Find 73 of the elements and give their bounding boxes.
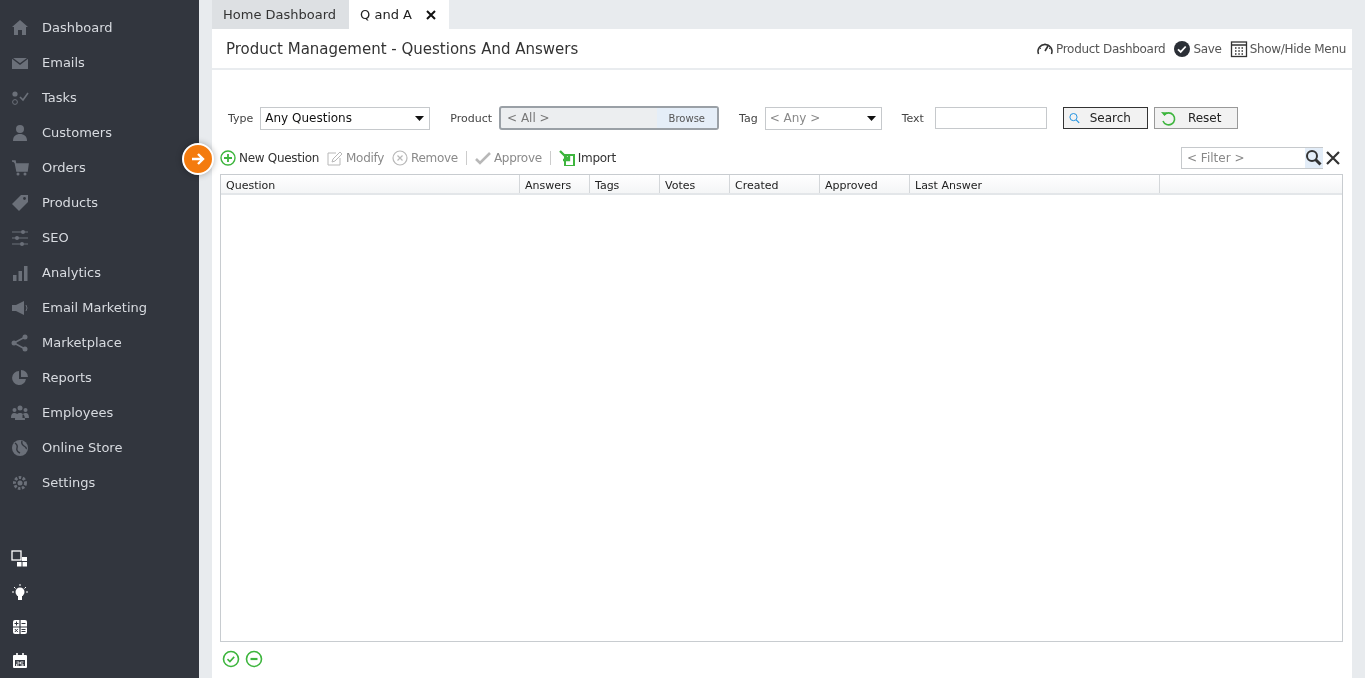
people-icon — [11, 403, 29, 422]
search-icon[interactable] — [1305, 147, 1323, 169]
sidebar-item[interactable]: Dashboard — [0, 10, 119, 45]
x-circle-icon — [392, 150, 409, 166]
house-icon — [11, 18, 29, 37]
sidebar-item[interactable]: Analytics — [0, 255, 108, 290]
cart-icon — [11, 158, 29, 177]
pencil-icon — [327, 150, 344, 166]
check-circle-icon[interactable] — [222, 650, 240, 668]
column-header[interactable]: Approved — [820, 175, 910, 193]
sidebar-item[interactable]: Tasks — [0, 80, 83, 115]
megaphone-icon — [11, 298, 29, 317]
column-header[interactable]: Question — [221, 175, 520, 193]
column-header[interactable]: Tags — [590, 175, 660, 193]
sidebar-item[interactable]: Products — [0, 185, 105, 220]
person-icon — [11, 123, 29, 142]
checklist-icon — [11, 88, 29, 107]
sidebar-item[interactable]: Marketplace — [0, 325, 128, 360]
action-link[interactable]: Save — [1173, 39, 1222, 58]
checkmark-icon — [474, 150, 491, 166]
caret-icon — [866, 115, 876, 121]
column-header[interactable]: Created — [730, 175, 820, 193]
bar-chart-icon — [11, 263, 29, 282]
arrow-right-icon — [190, 151, 206, 167]
gear-icon — [11, 473, 29, 492]
sidebar-item[interactable]: Settings — [0, 465, 102, 500]
lightbulb-icon[interactable] — [11, 584, 29, 602]
search-button[interactable]: Search — [1062, 107, 1148, 129]
action-link[interactable]: Show/Hide Menu — [1229, 39, 1346, 58]
sidebar-item[interactable]: SEO — [0, 220, 75, 255]
toolbar-button[interactable]: New Question — [220, 150, 324, 166]
reset-button[interactable]: Reset — [1153, 107, 1239, 129]
sidebar-item[interactable]: Employees — [0, 395, 120, 430]
plus-circle-icon — [220, 150, 236, 166]
minus-circle-icon[interactable] — [245, 650, 263, 668]
calendar-icon[interactable] — [11, 652, 29, 670]
tag-icon — [11, 193, 29, 212]
browse-button[interactable]: Browse — [656, 108, 718, 128]
page-title: Product Management - Questions And Answers — [226, 39, 579, 58]
tab[interactable]: Home Dashboard — [212, 0, 350, 29]
sidebar-item[interactable]: Email Marketing — [0, 290, 153, 325]
toolbar-button[interactable]: Import — [558, 150, 620, 166]
action-link[interactable]: Product Dashboard — [1036, 39, 1166, 58]
pie-chart-icon — [11, 368, 29, 387]
field-label: Tag — [739, 111, 758, 125]
caret-icon — [415, 115, 425, 121]
sidebar-item[interactable]: Orders — [0, 150, 92, 185]
sidebar-item[interactable]: Customers — [0, 115, 118, 150]
column-header[interactable]: Last Answer — [910, 175, 1160, 193]
sidebar-item[interactable]: Reports — [0, 360, 98, 395]
tab[interactable]: Q and A — [349, 0, 449, 29]
column-header[interactable]: Votes — [660, 175, 730, 193]
tag-select[interactable]: < Any > — [764, 106, 882, 130]
close-icon[interactable] — [425, 9, 436, 20]
field-label: Product — [450, 111, 493, 125]
windows-icon[interactable] — [11, 550, 29, 568]
type-select[interactable]: Any Questions — [260, 106, 431, 130]
calculator-icon[interactable] — [11, 618, 29, 636]
sidebar-item[interactable]: Online Store — [0, 430, 129, 465]
filter-field[interactable]: < Filter > — [1181, 147, 1305, 169]
share-icon — [11, 333, 29, 352]
field-label: Type — [228, 111, 254, 125]
sliders-icon — [11, 228, 29, 247]
globe-icon — [11, 438, 29, 457]
column-header[interactable]: Answers — [520, 175, 590, 193]
grid-icon — [1229, 39, 1248, 58]
field-label: Text — [901, 111, 924, 125]
undo-icon — [1159, 109, 1178, 127]
close-icon[interactable] — [1325, 150, 1341, 166]
text-field[interactable] — [934, 107, 1047, 129]
check-circle-icon — [1173, 39, 1192, 58]
import-arrow-icon — [558, 150, 575, 166]
sidebar-item[interactable]: Emails — [0, 45, 91, 80]
